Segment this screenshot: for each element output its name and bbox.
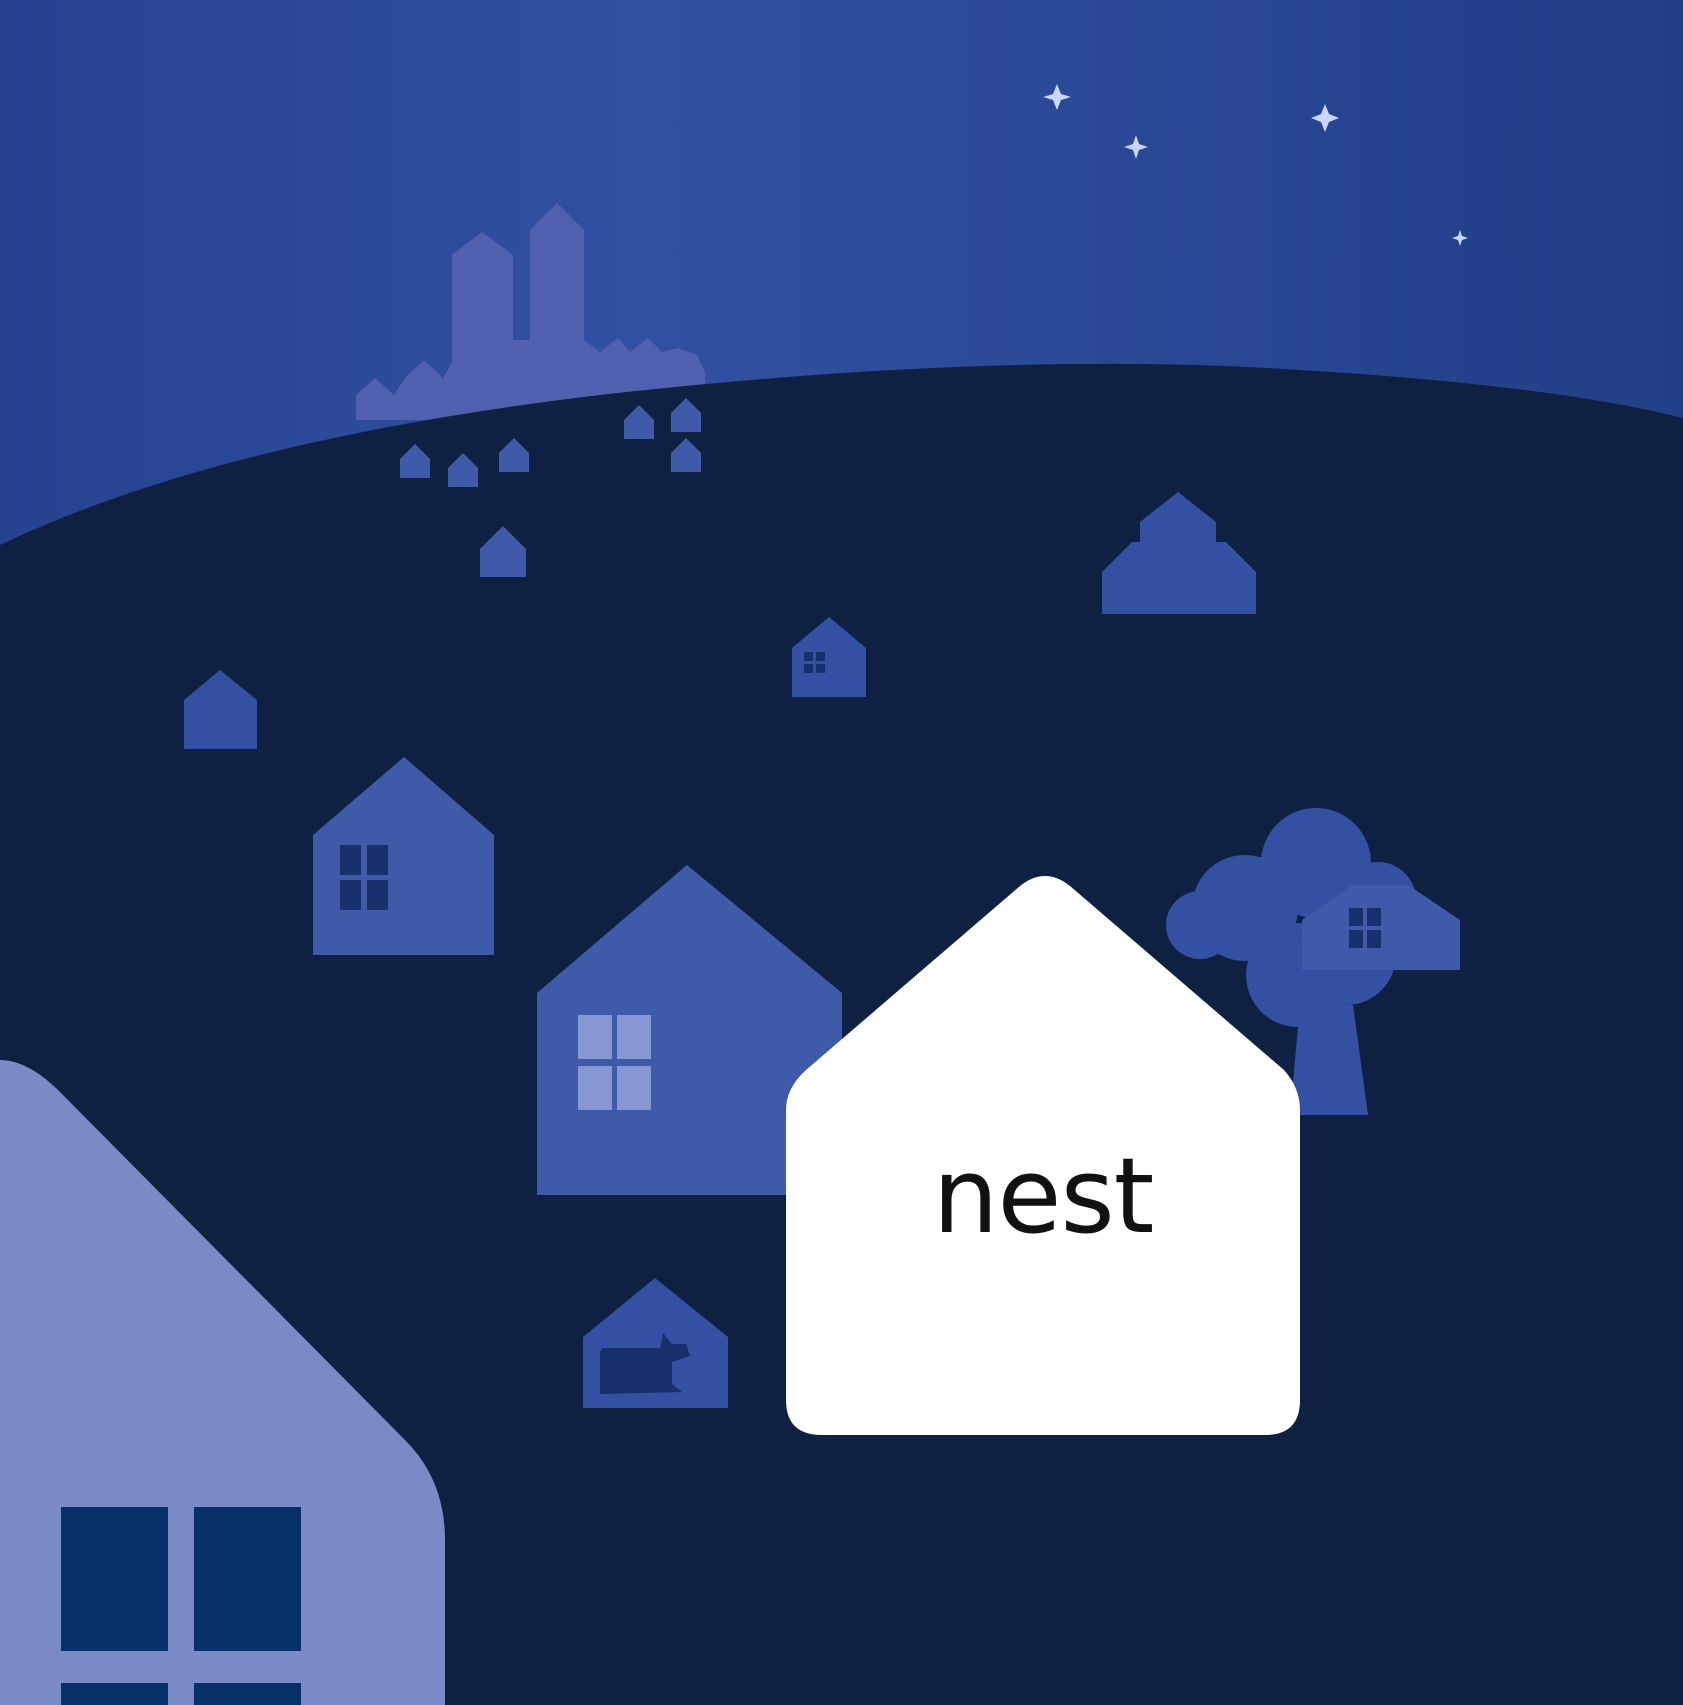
nest-illustration: nest — [0, 0, 1683, 1705]
logo-text: nest — [933, 1135, 1154, 1257]
